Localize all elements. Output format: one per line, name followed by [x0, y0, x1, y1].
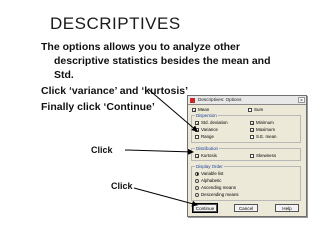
std-deviation-checkbox[interactable]: ✓: [195, 120, 199, 125]
variance-label: Variance: [201, 127, 219, 132]
display-order-group: Display Order Variable list Alphabetic A…: [191, 164, 301, 201]
kurtosis-label: Kurtosis: [201, 153, 217, 158]
se-mean-checkbox[interactable]: [250, 134, 254, 139]
help-button[interactable]: Help: [275, 204, 299, 212]
cancel-button[interactable]: Cancel: [234, 204, 258, 212]
skewness-label: Skewness: [256, 153, 277, 158]
distribution-label: Distribution: [195, 146, 219, 151]
option-se-mean[interactable]: S.E. mean: [250, 134, 277, 139]
range-checkbox[interactable]: [195, 134, 199, 139]
alphabetic-radio[interactable]: [195, 178, 199, 183]
option-alphabetic[interactable]: Alphabetic: [195, 178, 222, 183]
paragraph-1: The options allows you to analyze other …: [41, 40, 281, 82]
descending-means-label: Descending means: [201, 192, 239, 197]
alphabetic-label: Alphabetic: [201, 178, 222, 183]
close-icon[interactable]: ×: [298, 97, 305, 104]
callout-click-kurtosis: Click: [91, 145, 113, 155]
ascending-means-radio[interactable]: [195, 185, 199, 190]
option-variance[interactable]: ✓ Variance: [195, 127, 218, 132]
variable-list-label: Variable list: [201, 171, 224, 176]
distribution-group: Distribution ✓ Kurtosis Skewness: [191, 146, 301, 161]
option-maximum[interactable]: ✓ Maximum: [250, 127, 275, 132]
maximum-label: Maximum: [256, 127, 276, 132]
variance-checkbox[interactable]: ✓: [195, 127, 199, 132]
callout-click-continue: Click: [111, 181, 133, 191]
option-range[interactable]: Range: [195, 134, 214, 139]
maximum-checkbox[interactable]: ✓: [250, 127, 254, 132]
mean-checkbox[interactable]: ✓: [192, 107, 196, 112]
dispersion-label: Dispersion: [195, 113, 218, 118]
dialog-titlebar: Descriptives: Options ×: [188, 96, 306, 105]
option-kurtosis[interactable]: ✓ Kurtosis: [195, 153, 217, 158]
paragraph-1-line-3: Std.: [54, 69, 74, 81]
dispersion-group: Dispersion ✓ Std. deviation ✓ Minimum ✓ …: [191, 113, 301, 143]
ascending-means-label: Ascending means: [201, 185, 236, 190]
option-minimum[interactable]: ✓ Minimum: [250, 120, 274, 125]
range-label: Range: [201, 134, 214, 139]
continue-button[interactable]: Continue: [192, 203, 218, 213]
dialog-title: Descriptives: Options: [198, 97, 242, 102]
option-std-deviation[interactable]: ✓ Std. deviation: [195, 120, 228, 125]
paragraph-1-line-1: The options allows you to analyze other: [41, 41, 240, 53]
sum-checkbox[interactable]: [248, 107, 252, 112]
se-mean-label: S.E. mean: [256, 134, 277, 139]
arrow-to-kurtosis: [124, 148, 194, 155]
variable-list-radio[interactable]: [195, 171, 199, 176]
slide: DESCRIPTIVES The options allows you to a…: [0, 0, 320, 240]
option-sum[interactable]: Sum: [248, 107, 263, 112]
app-icon: [190, 97, 195, 103]
mean-label: Mean: [198, 107, 210, 112]
descriptives-options-dialog: Descriptives: Options × ✓ Mean Sum Dispe…: [187, 95, 307, 217]
option-variable-list[interactable]: Variable list: [195, 171, 223, 176]
option-descending-means[interactable]: Descending means: [195, 192, 239, 197]
minimum-checkbox[interactable]: ✓: [250, 120, 254, 125]
sum-label: Sum: [254, 107, 264, 112]
minimum-label: Minimum: [256, 120, 274, 125]
option-mean[interactable]: ✓ Mean: [192, 107, 209, 112]
std-deviation-label: Std. deviation: [201, 120, 228, 125]
paragraph-1-line-2: descriptive statistics besides the mean …: [54, 55, 271, 67]
display-order-label: Display Order: [195, 164, 224, 169]
skewness-checkbox[interactable]: [250, 153, 254, 158]
slide-title: DESCRIPTIVES: [50, 14, 181, 33]
option-skewness[interactable]: Skewness: [250, 153, 276, 158]
option-ascending-means[interactable]: Ascending means: [195, 185, 236, 190]
kurtosis-checkbox[interactable]: ✓: [195, 153, 199, 158]
descending-means-radio[interactable]: [195, 192, 199, 197]
